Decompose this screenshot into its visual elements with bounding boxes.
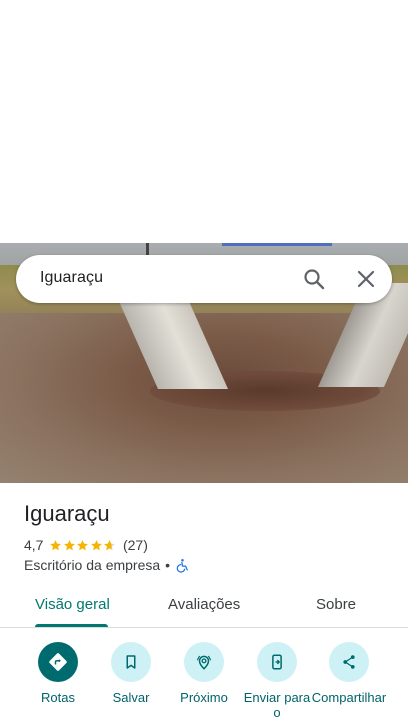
share-button[interactable]: Compartilhar <box>311 640 387 705</box>
tab-about[interactable]: Sobre <box>316 596 356 613</box>
category-row: Escritório da empresa • <box>24 556 190 574</box>
save-label: Salvar <box>112 690 150 705</box>
place-title: Iguaraçu <box>24 501 110 526</box>
share-icon <box>329 642 369 682</box>
active-tab-indicator <box>35 624 108 627</box>
search-bar[interactable]: Iguaraçu <box>16 255 392 303</box>
nearby-label: Próximo <box>180 690 228 705</box>
send-to-phone-button[interactable]: Enviar para o <box>239 640 315 720</box>
search-icon[interactable] <box>302 267 326 291</box>
wheelchair-accessible-icon <box>176 558 188 573</box>
separator-dot: • <box>165 557 171 573</box>
close-icon[interactable] <box>354 267 378 291</box>
tab-overview[interactable]: Visão geral <box>35 596 110 613</box>
directions-label: Rotas <box>41 690 75 705</box>
star-icon <box>77 539 89 550</box>
send-to-phone-icon <box>257 642 297 682</box>
star-rating <box>49 539 117 552</box>
send-to-phone-label: Enviar para o <box>243 690 311 720</box>
share-label: Compartilhar <box>311 690 387 705</box>
tab-reviews[interactable]: Avaliações <box>168 596 240 613</box>
star-icon <box>64 539 75 550</box>
review-count: (27) <box>122 537 148 553</box>
rating-value: 4,7 <box>24 537 44 553</box>
bookmark-icon <box>111 642 151 682</box>
nearby-button[interactable]: Próximo <box>166 640 242 705</box>
place-category: Escritório da empresa <box>24 557 161 573</box>
search-query[interactable]: Iguaraçu <box>40 269 103 287</box>
action-row: Rotas Salvar Próximo Enviar para o Compa… <box>0 640 408 726</box>
star-icon <box>91 539 102 550</box>
directions-button[interactable]: Rotas <box>20 640 96 705</box>
directions-icon <box>38 642 78 682</box>
star-icon <box>50 539 62 550</box>
save-button[interactable]: Salvar <box>93 640 169 705</box>
star-icon <box>104 539 116 550</box>
nearby-icon <box>184 642 224 682</box>
map-blank-area <box>0 0 408 243</box>
tab-bar: Visão geral Avaliações Sobre <box>0 588 408 628</box>
rating-row[interactable]: 4,7 (27) <box>24 536 148 554</box>
